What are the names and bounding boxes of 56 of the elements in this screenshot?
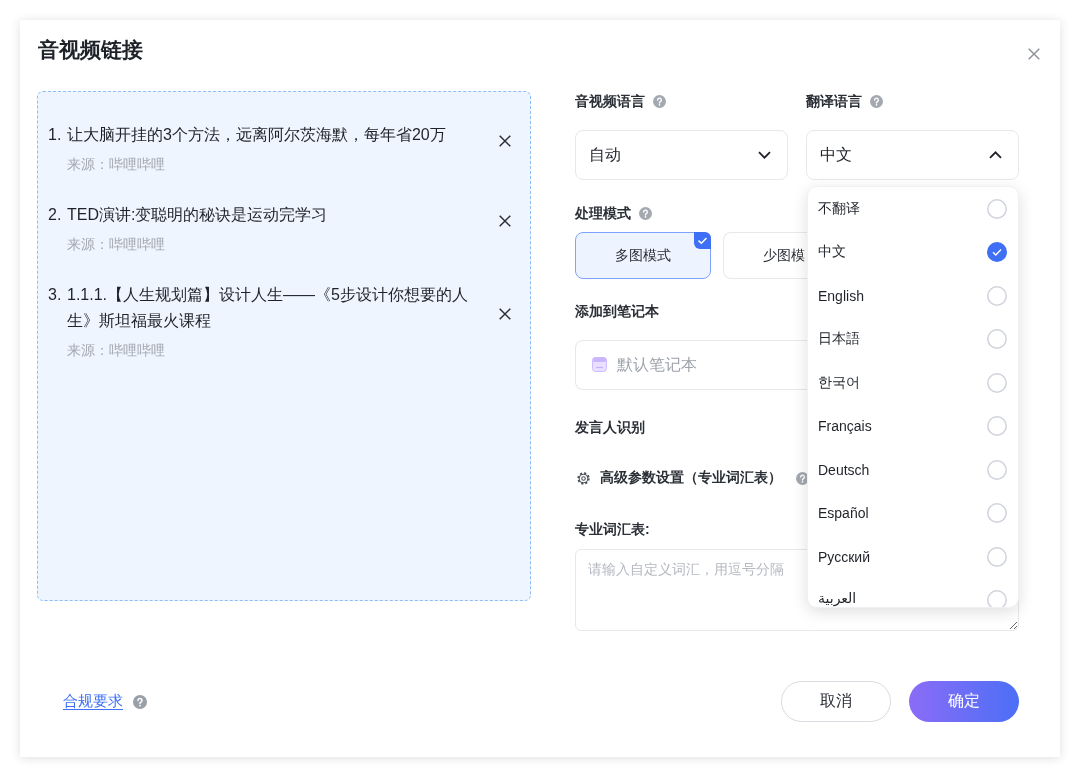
field-label: 处理模式 [575,204,631,223]
mode-button[interactable]: 多图模式 [575,232,711,279]
radio-icon[interactable] [987,242,1007,263]
list-number: 3. [48,285,63,305]
field-label: 添加到笔记本 [575,302,659,321]
radio-icon[interactable] [987,589,1007,607]
language-option[interactable]: Español [808,491,1018,535]
field-label: 专业词汇表: [575,520,650,539]
help-icon[interactable] [639,206,652,220]
compliance-link[interactable]: 合规要求 [63,692,123,711]
language-option[interactable]: 日本語 [808,317,1018,361]
language-select[interactable]: 自动 [575,130,788,180]
field-label: 翻译语言 [806,92,862,111]
list-number: 2. [48,205,63,225]
source-label: 来源：哔哩哔哩 [67,341,165,360]
video-title: 让大脑开挂的3个方法，远离阿尔茨海默，每年省20万 [67,125,446,145]
check-badge-icon [694,232,711,249]
radio-icon[interactable] [987,285,1007,306]
language-select[interactable]: 中文 [806,130,1019,180]
source-label: 来源：哔哩哔哩 [67,155,165,174]
language-option[interactable]: 中文 [808,230,1018,274]
confirm-button[interactable]: 确定 [909,681,1019,722]
radio-icon[interactable] [987,416,1007,437]
remove-icon[interactable] [499,308,511,320]
remove-icon[interactable] [499,135,511,147]
radio-icon[interactable] [987,372,1007,393]
language-option[interactable]: English [808,274,1018,318]
language-option[interactable]: Deutsch [808,448,1018,492]
help-icon[interactable] [870,94,883,108]
field-label: 音视频语言 [575,92,645,111]
notebook-field[interactable]: 默认笔记本 [575,340,807,390]
advanced-settings-button[interactable]: 高级参数设置（专业词汇表） [575,469,782,487]
radio-icon[interactable] [987,503,1007,524]
radio-icon[interactable] [987,546,1007,567]
radio-icon[interactable] [987,329,1007,350]
video-title: 1.1.1.【人生规划篇】设计人生——《5步设计你想要的人生》斯坦福最火课程 [67,285,469,331]
remove-icon[interactable] [499,215,511,227]
language-option[interactable]: 不翻译 [808,187,1018,231]
gear-icon [576,470,591,486]
source-label: 来源：哔哩哔哩 [67,235,165,254]
language-option[interactable]: العربية [808,578,1018,607]
notebook-icon [592,357,607,372]
mode-button[interactable]: 少图模 [723,232,807,279]
close-icon[interactable] [1028,48,1040,60]
field-label: 发言人识别 [575,418,645,437]
language-option[interactable]: 한국어 [808,361,1018,405]
help-icon[interactable] [653,94,666,108]
help-icon[interactable] [796,471,809,485]
radio-icon[interactable] [987,459,1007,480]
video-title: TED演讲:变聪明的秘诀是运动完学习 [67,205,328,225]
list-number: 1. [48,125,63,145]
dialog-title: 音视频链接 [38,37,143,63]
language-option[interactable]: Français [808,404,1018,448]
radio-icon[interactable] [987,198,1007,219]
cancel-button[interactable]: 取消 [781,681,891,722]
help-icon[interactable] [133,694,147,709]
